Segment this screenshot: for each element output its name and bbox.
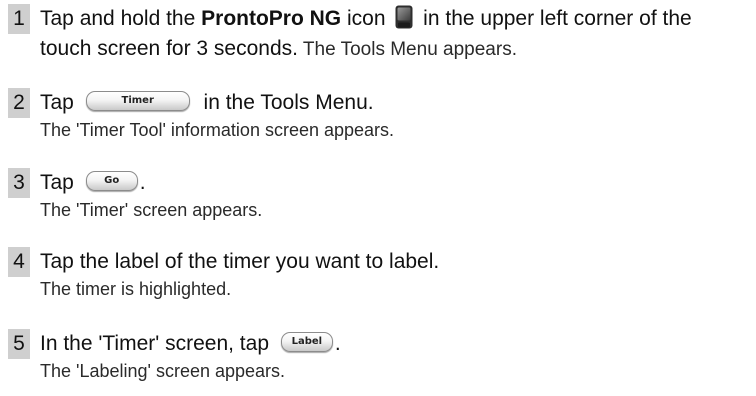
step-instruction: Tap Go. xyxy=(40,168,752,198)
step-instruction: Tap Timer in the Tools Menu. xyxy=(40,88,752,118)
instruction-text: In the 'Timer' screen, tap xyxy=(40,332,275,355)
step-1: 1 Tap and hold the ProntoPro NG icon in … xyxy=(8,4,752,64)
device-icon xyxy=(395,5,413,29)
step-text: Tap the label of the timer you want to l… xyxy=(40,247,752,302)
step-number: 5 xyxy=(8,329,30,359)
label-button[interactable]: Label xyxy=(280,332,333,353)
step-result: The 'Timer' screen appears. xyxy=(40,200,263,220)
step-result: The Tools Menu appears. xyxy=(297,39,517,60)
go-button[interactable]: Go xyxy=(85,171,138,192)
step-4: 4 Tap the label of the timer you want to… xyxy=(8,247,752,302)
instruction-text: Tap and hold the xyxy=(40,7,202,30)
step-result: The 'Labeling' screen appears. xyxy=(40,361,286,381)
step-instruction: In the 'Timer' screen, tap Label. xyxy=(40,329,752,359)
step-number: 4 xyxy=(8,247,30,277)
step-number: 2 xyxy=(8,88,30,118)
instruction-text: Tap xyxy=(40,91,80,114)
instruction-text: . xyxy=(139,171,146,194)
step-result: The timer is highlighted. xyxy=(40,279,232,299)
step-result: The 'Timer Tool' information screen appe… xyxy=(40,120,395,140)
step-5: 5 In the 'Timer' screen, tap Label. The … xyxy=(8,329,752,384)
instruction-text: touch screen for 3 seconds. xyxy=(40,37,298,60)
step-text: In the 'Timer' screen, tap Label. The 'L… xyxy=(40,329,752,384)
instruction-text: in the upper left corner of the xyxy=(417,7,692,30)
step-text: Tap Timer in the Tools Menu. The 'Timer … xyxy=(40,88,752,143)
step-text: Tap and hold the ProntoPro NG icon in th… xyxy=(40,4,752,64)
step-2: 2 Tap Timer in the Tools Menu. The 'Time… xyxy=(8,88,752,143)
step-instruction-continued: touch screen for 3 seconds. The Tools Me… xyxy=(40,34,752,64)
product-name: ProntoPro NG xyxy=(201,7,342,30)
step-instruction: Tap and hold the ProntoPro NG icon in th… xyxy=(40,4,752,34)
instruction-text: . xyxy=(334,332,341,355)
step-3: 3 Tap Go. The 'Timer' screen appears. xyxy=(8,168,752,223)
step-instruction: Tap the label of the timer you want to l… xyxy=(40,250,440,273)
step-number: 1 xyxy=(8,4,30,34)
instruction-text: Tap xyxy=(40,171,80,194)
instruction-text: in the Tools Menu. xyxy=(197,91,374,114)
step-text: Tap Go. The 'Timer' screen appears. xyxy=(40,168,752,223)
step-number: 3 xyxy=(8,168,30,198)
timer-button[interactable]: Timer xyxy=(85,91,190,112)
instruction-text: icon xyxy=(341,7,392,30)
